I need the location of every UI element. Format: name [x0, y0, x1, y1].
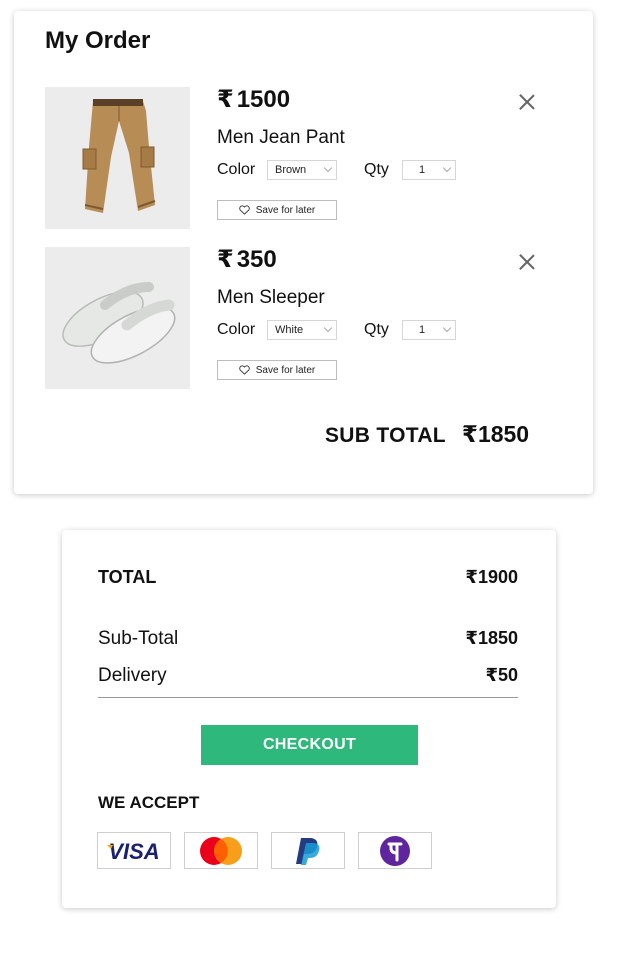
rupee-icon: ₹ — [217, 246, 234, 273]
item-name: Men Jean Pant — [217, 127, 345, 148]
qty-label: Qty — [364, 321, 389, 338]
color-select[interactable]: Brown — [267, 160, 337, 180]
total-row: TOTAL ₹1900 — [98, 567, 518, 588]
color-label: Color — [217, 321, 256, 338]
checkout-button[interactable]: CHECKOUT — [201, 725, 418, 765]
item-price: ₹ 350 — [217, 246, 277, 273]
heart-icon — [239, 205, 250, 215]
phonepe-logo — [358, 832, 432, 869]
product-image-slippers[interactable] — [45, 247, 190, 389]
chevron-down-icon — [442, 163, 452, 173]
cart-item: ₹ 350 Men Sleeper Color White Qty 1 Save… — [45, 246, 565, 389]
mastercard-icon — [200, 836, 242, 865]
subtotal-value: ₹1850 — [461, 421, 530, 447]
subtotal-value: ₹1850 — [465, 628, 518, 648]
paypal-logo — [271, 832, 345, 869]
rupee-icon: ₹ — [461, 421, 478, 447]
summary-card: TOTAL ₹1900 Sub-Total ₹1850 Delivery ₹50… — [62, 530, 556, 908]
order-card: My Order ₹ 1500 Men Jean Pant Color Brow… — [14, 11, 593, 494]
product-image-pants[interactable] — [45, 87, 190, 229]
qty-label: Qty — [364, 161, 389, 178]
qty-select[interactable]: 1 — [402, 160, 456, 180]
phonepe-icon — [380, 835, 410, 866]
slippers-image — [45, 247, 190, 389]
delivery-row: Delivery ₹50 — [98, 665, 518, 687]
cart-item: ₹ 1500 Men Jean Pant Color Brown Qty 1 S… — [45, 86, 565, 229]
qty-select[interactable]: 1 — [402, 320, 456, 340]
remove-item-close-icon[interactable] — [519, 254, 535, 270]
delivery-value: ₹50 — [485, 665, 518, 685]
divider — [98, 697, 518, 698]
subtotal-label: Sub-Total — [98, 628, 179, 649]
total-label: TOTAL — [98, 567, 157, 587]
we-accept-title: WE ACCEPT — [98, 793, 200, 812]
chevron-down-icon — [323, 323, 333, 333]
subtotal-label: SUB TOTAL — [325, 424, 446, 447]
paypal-icon — [296, 837, 320, 865]
item-price: ₹ 1500 — [217, 86, 291, 113]
svg-text:VISA: VISA — [108, 839, 159, 864]
color-select[interactable]: White — [267, 320, 337, 340]
save-for-later-button[interactable]: Save for later — [217, 360, 337, 380]
order-title: My Order — [45, 27, 151, 54]
item-name: Men Sleeper — [217, 287, 325, 308]
cargo-pants-image — [45, 87, 190, 229]
subtotal-row: Sub-Total ₹1850 — [98, 628, 518, 650]
delivery-label: Delivery — [98, 665, 167, 686]
chevron-down-icon — [442, 323, 452, 333]
order-subtotal: SUB TOTAL ₹1850 — [325, 421, 565, 448]
visa-icon: VISA — [107, 839, 160, 864]
rupee-icon: ₹ — [217, 86, 234, 113]
remove-item-close-icon[interactable] — [519, 94, 535, 110]
save-for-later-button[interactable]: Save for later — [217, 200, 337, 220]
total-value: ₹1900 — [465, 567, 518, 587]
payment-methods: VISA — [97, 832, 432, 869]
chevron-down-icon — [323, 163, 333, 173]
visa-logo: VISA — [97, 832, 171, 869]
color-label: Color — [217, 161, 256, 178]
heart-icon — [239, 365, 250, 375]
mastercard-logo — [184, 832, 258, 869]
